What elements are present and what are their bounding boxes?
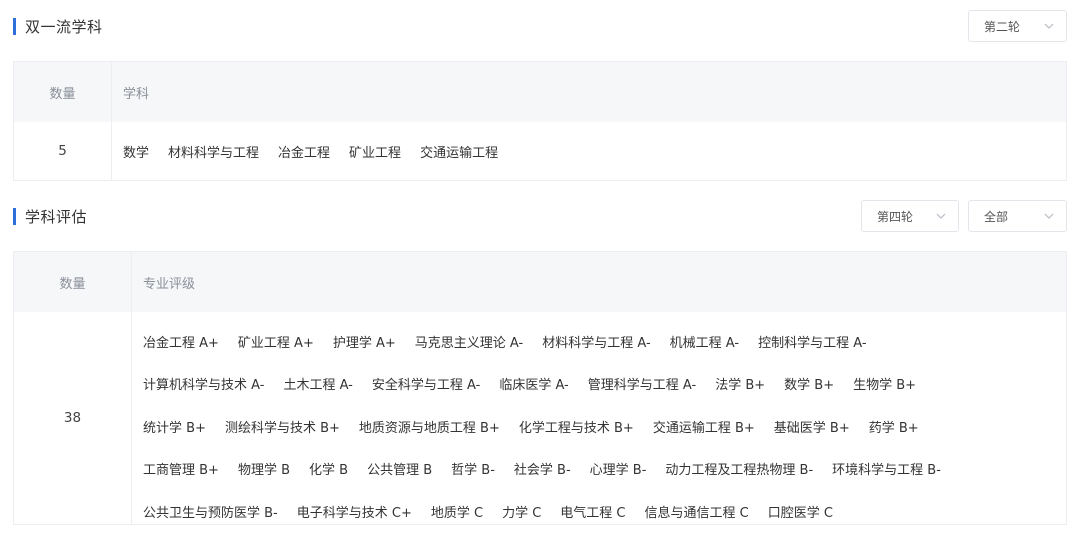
rating-tag: 法学 B+ — [715, 378, 766, 394]
filter-select-dropdown[interactable]: 全部 — [968, 200, 1067, 232]
rating-tag: 环境科学与工程 B- — [832, 463, 941, 479]
chevron-down-icon — [1044, 23, 1054, 29]
subject-tag: 材料科学与工程 — [168, 145, 260, 161]
rating-tag: 临床医学 A- — [499, 378, 569, 394]
rating-tag: 数学 B+ — [784, 378, 835, 394]
subject-count: 5 — [14, 122, 112, 180]
subject-tag: 交通运输工程 — [420, 145, 499, 161]
section-title: 双一流学科 — [25, 17, 103, 36]
rating-tag: 交通运输工程 B+ — [652, 420, 755, 436]
rating-tag: 冶金工程 A+ — [143, 335, 219, 351]
table-row: 38 冶金工程 A+ 矿业工程 A+ 护理学 A+ 马克思主义理论 A- 材料科学与工程… — [14, 312, 1066, 524]
table-row: 5 数学 材料科学与工程 冶金工程 矿业工程 交通运输工程 — [14, 122, 1066, 180]
rating-tag: 哲学 B- — [451, 463, 495, 479]
table-header-row: 数量 专业评级 — [14, 252, 1066, 312]
rating-tag: 基础医学 B+ — [773, 420, 850, 436]
rating-tag: 统计学 B+ — [143, 420, 206, 436]
header-subject: 学科 — [123, 86, 150, 102]
section-accent-bar — [13, 17, 16, 35]
rating-tag: 矿业工程 A+ — [237, 335, 314, 351]
rating-tag: 信息与通信工程 C — [644, 505, 749, 521]
section-header-double-first-class: 双一流学科 — [13, 14, 103, 38]
rating-tag: 测绘科学与技术 B+ — [224, 420, 340, 436]
section-accent-bar — [13, 207, 16, 225]
rating-tag: 口腔医学 C — [767, 505, 833, 521]
rating-tag: 地质学 C — [430, 505, 484, 521]
rating-tag: 护理学 A+ — [332, 335, 396, 351]
round-select-dropdown[interactable]: 第四轮 — [861, 200, 959, 232]
rating-tag: 工商管理 B+ — [143, 463, 219, 479]
rating-tag: 心理学 B- — [589, 463, 647, 479]
rating-tag: 机械工程 A- — [669, 335, 740, 351]
rating-tag: 土木工程 A- — [283, 378, 353, 394]
rating-line: 公共卫生与预防医学 B- 电子科学与技术 C+ 地质学 C 力学 C 电气工程 C 信息与… — [143, 490, 1066, 533]
rating-line: 冶金工程 A+ 矿业工程 A+ 护理学 A+ 马克思主义理论 A- 材料科学与工程 A-… — [143, 320, 1066, 363]
filter-select-value: 全部 — [984, 209, 1009, 224]
subject-list: 数学 材料科学与工程 冶金工程 矿业工程 交通运输工程 — [112, 122, 517, 180]
rating-tag: 马克思主义理论 A- — [414, 335, 524, 351]
rating-tag: 药学 B+ — [868, 420, 919, 436]
rating-tag: 生物学 B+ — [853, 378, 917, 394]
rating-tag: 电气工程 C — [560, 505, 626, 521]
rating-list: 冶金工程 A+ 矿业工程 A+ 护理学 A+ 马克思主义理论 A- 材料科学与工程 A-… — [132, 312, 1066, 524]
subject-tag: 数学 — [123, 145, 150, 161]
chevron-down-icon — [1044, 213, 1054, 219]
rating-tag: 安全科学与工程 A- — [371, 378, 481, 394]
rating-tag: 化学工程与技术 B+ — [518, 420, 634, 436]
section-header-subject-evaluation: 学科评估 — [13, 204, 87, 228]
rating-tag: 力学 C — [502, 505, 542, 521]
rating-line: 计算机科学与技术 A- 土木工程 A- 安全科学与工程 A- 临床医学 A- 管理科学与… — [143, 363, 1066, 406]
rating-tag: 地质资源与地质工程 B+ — [358, 420, 500, 436]
rating-tag: 化学 B — [309, 463, 349, 479]
rating-line: 统计学 B+ 测绘科学与技术 B+ 地质资源与地质工程 B+ 化学工程与技术 B+ 交通… — [143, 405, 1066, 448]
rating-tag: 电子科学与技术 C+ — [296, 505, 412, 521]
rating-tag: 材料科学与工程 A- — [542, 335, 651, 351]
round-select-dropdown[interactable]: 第二轮 — [968, 10, 1067, 42]
double-first-class-table: 数量 学科 5 数学 材料科学与工程 冶金工程 矿业工程 交通运输工程 — [13, 61, 1067, 181]
rating-tag: 控制科学与工程 A- — [758, 335, 867, 351]
subject-tag: 冶金工程 — [278, 145, 331, 161]
rating-tag: 公共管理 B — [367, 463, 433, 479]
rating-tag: 动力工程及工程热物理 B- — [665, 463, 814, 479]
header-count: 数量 — [14, 252, 132, 312]
rating-tag: 社会学 B- — [513, 463, 571, 479]
header-count: 数量 — [14, 62, 112, 122]
rating-tag: 物理学 B — [237, 463, 291, 479]
subject-evaluation-table: 数量 专业评级 38 冶金工程 A+ 矿业工程 A+ 护理学 A+ 马克思主义理论 A… — [13, 251, 1067, 525]
rating-count: 38 — [14, 312, 132, 524]
table-header-row: 数量 学科 — [14, 62, 1066, 122]
round-select-value: 第四轮 — [877, 209, 914, 224]
header-rating: 专业评级 — [143, 276, 196, 292]
round-select-value: 第二轮 — [984, 19, 1021, 34]
subject-tag: 矿业工程 — [349, 145, 402, 161]
rating-line: 工商管理 B+ 物理学 B 化学 B 公共管理 B 哲学 B- 社会学 B- 心理学 B- 动… — [143, 448, 1066, 491]
rating-tag: 公共卫生与预防医学 B- — [143, 505, 278, 521]
chevron-down-icon — [936, 213, 946, 219]
rating-tag: 管理科学与工程 A- — [587, 378, 697, 394]
rating-tag: 计算机科学与技术 A- — [143, 378, 265, 394]
section-title: 学科评估 — [25, 207, 88, 226]
